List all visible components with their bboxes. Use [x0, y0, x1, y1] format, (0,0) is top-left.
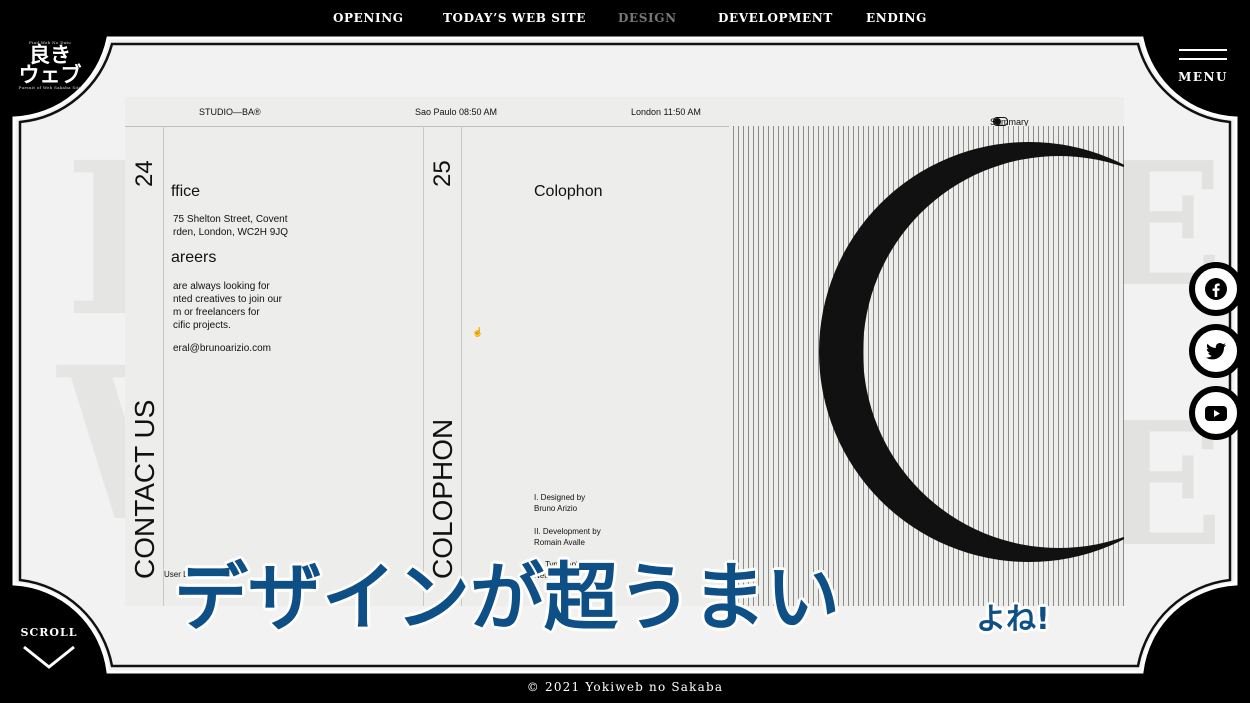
scroll-label: SCROLL — [20, 626, 78, 639]
careers-text-line: nted creatives to join our — [173, 294, 282, 305]
video-screenshot: STUDIO—BA® Sao Paulo 08:50 AM London 11:… — [125, 97, 1124, 606]
city-time-sao-paulo: Sao Paulo 08:50 AM — [415, 107, 498, 117]
nav-item-opening[interactable]: OPENING — [333, 11, 404, 25]
hamburger-icon — [1179, 49, 1227, 51]
youtube-button[interactable] — [1189, 386, 1243, 440]
city-time-london: London 11:50 AM — [631, 107, 701, 117]
column-divider — [461, 126, 462, 606]
logo-title-line2: ウェブ — [18, 63, 82, 87]
studio-brand[interactable]: STUDIO—BA® — [199, 107, 261, 117]
credit-label: I. Designed by — [534, 493, 586, 502]
caption-main: デザインが超うまい — [174, 555, 840, 641]
menu-button[interactable]: MENU — [1176, 46, 1230, 86]
crescent-graphic — [819, 142, 1124, 562]
credit-label: II. Development by — [534, 527, 601, 536]
menu-label: MENU — [1178, 70, 1228, 84]
careers-heading: areers — [171, 249, 217, 266]
caption-tail: よね! — [976, 602, 1050, 637]
facebook-icon — [1205, 278, 1227, 300]
credit-name: Romain Avalle — [534, 538, 585, 547]
section-title-contact-us[interactable]: CONTACT US — [129, 400, 161, 579]
scroll-button[interactable]: SCROLL — [14, 626, 84, 674]
contact-email-link[interactable]: eral@brunoarizio.com — [173, 342, 271, 355]
careers-text-line: cific projects. — [173, 320, 231, 331]
office-heading: ffice — [171, 183, 201, 200]
nav-item-development[interactable]: DEVELOPMENT — [718, 11, 833, 25]
page-stage: B W E E OPENING TODAY’S WEB SITE DESIGN … — [0, 0, 1250, 703]
cursor-icon: ☝ — [472, 327, 484, 337]
nav-item-ending[interactable]: ENDING — [866, 11, 927, 25]
logo-title-line1: 良き — [29, 43, 71, 67]
hamburger-icon-bar — [1179, 58, 1227, 60]
office-address-line: 75 Shelton Street, Covent — [173, 214, 288, 225]
colophon-heading: Colophon — [534, 183, 603, 200]
toggle-icon — [993, 117, 1008, 126]
careers-text-line: m or freelancers for — [173, 307, 260, 318]
column-divider — [163, 126, 164, 606]
nav-item-design[interactable]: DESIGN — [618, 11, 677, 25]
screenshot-topbar: STUDIO—BA® Sao Paulo 08:50 AM London 11:… — [125, 97, 1124, 127]
careers-text-line: are always looking for — [173, 281, 270, 292]
chevron-down-icon — [23, 645, 75, 669]
section-number-24: 24 — [131, 160, 158, 187]
column-divider — [423, 126, 424, 606]
copyright-text: © 2021 Yokiweb no Sakaba — [526, 680, 724, 694]
top-nav: OPENING TODAY’S WEB SITE DESIGN DEVELOPM… — [0, 11, 1250, 31]
section-number-25: 25 — [429, 160, 456, 187]
twitter-icon — [1206, 343, 1226, 360]
twitter-button[interactable] — [1189, 324, 1243, 378]
credit-name: Bruno Arizio — [534, 504, 578, 513]
office-address-line: rden, London, WC2H 9JQ — [173, 227, 289, 238]
nav-item-todays-web-site[interactable]: TODAY’S WEB SITE — [443, 11, 586, 25]
logo-tagline-bottom: Pursuit of Web Sakaba Site — [18, 85, 82, 90]
facebook-button[interactable] — [1189, 262, 1243, 316]
site-logo[interactable]: Find Web No Dato 良き ウェブ Pursuit of Web S… — [14, 40, 86, 98]
youtube-icon — [1205, 406, 1227, 421]
